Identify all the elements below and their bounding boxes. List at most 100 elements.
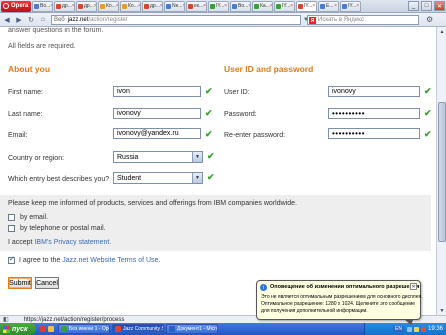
browser-tab[interactable]: IY... × (274, 0, 295, 12)
tab-close-icon[interactable]: × (290, 3, 293, 9)
browser-tab[interactable]: Во... × (32, 0, 53, 12)
settings-icon[interactable]: ⚙ (426, 15, 436, 25)
opera-quick-icon[interactable] (40, 326, 46, 332)
browser-tab[interactable]: др... × (54, 0, 75, 12)
search-input[interactable]: Я Искать в Яндекс (307, 15, 419, 25)
email-field[interactable]: ivonovy@yandex.ru (113, 128, 201, 139)
userid-field[interactable]: ivonovy (328, 86, 420, 97)
resolution-notification[interactable]: i Оповещение об изменении оптимального р… (256, 280, 423, 325)
privacy-link[interactable]: IBM's Privacy statement. (34, 239, 111, 246)
taskbar-item[interactable]: Jazz Community Site ... (112, 324, 164, 334)
status-url: https://jazz.net/action/register/process (23, 316, 125, 323)
browser-tab[interactable]: Ко... × (98, 0, 119, 12)
tab-label: Ко... (106, 3, 116, 9)
tab-label: ек... (194, 3, 204, 9)
taskbar-item-label: Документ1 - Microso... (177, 326, 218, 332)
keep-informed-text: Please keep me informed of products, ser… (8, 200, 297, 207)
cancel-button[interactable]: Cancel (35, 277, 59, 289)
reenter-password-field[interactable]: •••••••••• (328, 128, 420, 139)
taskbar-item[interactable]: Без имени 1 - OpenO... (58, 324, 110, 334)
tab-close-icon[interactable]: × (334, 3, 337, 9)
userid-valid-icon: ✔ (424, 86, 432, 96)
submit-button[interactable]: Submit (8, 277, 32, 289)
opera-menu-button[interactable]: Opera (1, 0, 31, 12)
favicon-icon (188, 3, 193, 9)
opera-logo-icon (3, 3, 9, 9)
browser-tab[interactable]: IY... × (208, 0, 229, 12)
language-indicator[interactable]: EN (393, 326, 404, 332)
country-select[interactable]: Russia ▼ (113, 151, 203, 163)
close-icon[interactable]: ✕ (410, 283, 417, 290)
minimize-icon[interactable]: _ (408, 1, 419, 11)
reload-icon[interactable]: ↻ (26, 15, 36, 25)
maximize-icon[interactable]: □ (421, 1, 432, 11)
close-icon[interactable]: ✕ (434, 1, 445, 11)
scroll-thumb[interactable] (438, 102, 446, 242)
start-button[interactable]: пуск (0, 323, 36, 335)
app-icon (115, 326, 121, 332)
home-icon[interactable]: ⌂ (38, 15, 48, 25)
notification-line: Оптимальное разрешение: 1280 x 1024. Щел… (261, 301, 416, 307)
last-name-field[interactable]: ivonovy (113, 108, 201, 119)
browser-tab[interactable]: Ко... × (120, 0, 141, 12)
favicon-icon (342, 3, 347, 9)
tab-close-icon[interactable]: × (248, 3, 250, 9)
yandex-icon: Я (309, 17, 316, 24)
tab-label: Е... (326, 3, 334, 9)
tab-close-icon[interactable]: × (270, 3, 272, 9)
tab-close-icon[interactable]: × (356, 3, 359, 9)
network-icon[interactable] (406, 326, 412, 332)
agree-terms-checkbox[interactable] (8, 255, 15, 264)
first-name-field[interactable]: ivon (113, 86, 201, 97)
back-icon[interactable]: ◀ (2, 15, 12, 25)
tab-close-icon[interactable]: × (312, 3, 315, 9)
password-field[interactable]: •••••••••• (328, 108, 420, 119)
entry-label: Which entry best describes you? (8, 176, 110, 183)
forward-icon[interactable]: ▶ (14, 15, 24, 25)
tab-close-icon[interactable]: × (203, 3, 206, 9)
browser-tab[interactable]: др... × (76, 0, 97, 12)
terms-link[interactable]: Jazz.net Website Terms of Use. (62, 257, 160, 264)
tab-label: Ко... (128, 3, 138, 9)
antivirus-icon[interactable] (420, 326, 426, 332)
scroll-up-icon[interactable]: ▲ (437, 27, 446, 36)
tab-label: IY... (216, 3, 225, 9)
browser-tab[interactable]: Во... × (230, 0, 251, 12)
tab-close-icon[interactable]: × (72, 3, 74, 9)
browser-tab[interactable]: ек... × (186, 0, 207, 12)
tab-close-icon[interactable]: × (94, 3, 96, 9)
entry-select[interactable]: Student ▼ (113, 172, 203, 184)
taskbar-item-label: Jazz Community Site ... (123, 326, 163, 332)
by-phone-checkbox[interactable] (8, 225, 15, 232)
taskbar-item[interactable]: Документ1 - Microso... (166, 324, 218, 334)
userid-heading: User ID and password (224, 64, 314, 74)
tab-close-icon[interactable]: × (50, 3, 52, 9)
browser-tab[interactable]: IY... × (340, 0, 361, 12)
reenter-label: Re-enter password: (224, 132, 286, 139)
notification-title: Оповещение об изменении оптимального раз… (270, 284, 420, 290)
browser-tab[interactable]: Е... × (318, 0, 339, 12)
tab-close-icon[interactable]: × (116, 3, 118, 9)
scroll-down-icon[interactable]: ▼ (437, 306, 446, 315)
folder-quick-icon[interactable] (48, 326, 54, 332)
browser-tab-bar: Opera Во... × др... × др... × Ко... × Ко... × др..… (0, 0, 446, 13)
panel-toggle-icon[interactable]: ◧ (3, 316, 9, 323)
address-input[interactable]: Веб jazz.net /action/register (51, 14, 301, 25)
by-email-checkbox[interactable] (8, 214, 15, 221)
tab-label: Ne... (172, 3, 183, 9)
tab-close-icon[interactable]: × (183, 3, 184, 9)
tab-close-icon[interactable]: × (138, 3, 140, 9)
quick-launch (40, 326, 56, 332)
page-scrollbar[interactable]: ▲ ▼ (436, 27, 446, 315)
tab-label: IY... (304, 3, 313, 9)
browser-tab[interactable]: Ка... × (252, 0, 273, 12)
windows-logo-icon (3, 325, 10, 333)
tab-close-icon[interactable]: × (160, 3, 162, 9)
tab-label: IY... (348, 3, 357, 9)
userid-label: User ID: (224, 89, 250, 96)
tab-close-icon[interactable]: × (224, 3, 227, 9)
browser-tab[interactable]: IY... × (296, 0, 317, 12)
browser-tab[interactable]: др... × (142, 0, 163, 12)
warning-tray-icon[interactable] (413, 326, 419, 332)
browser-tab[interactable]: Ne...× (164, 0, 185, 12)
